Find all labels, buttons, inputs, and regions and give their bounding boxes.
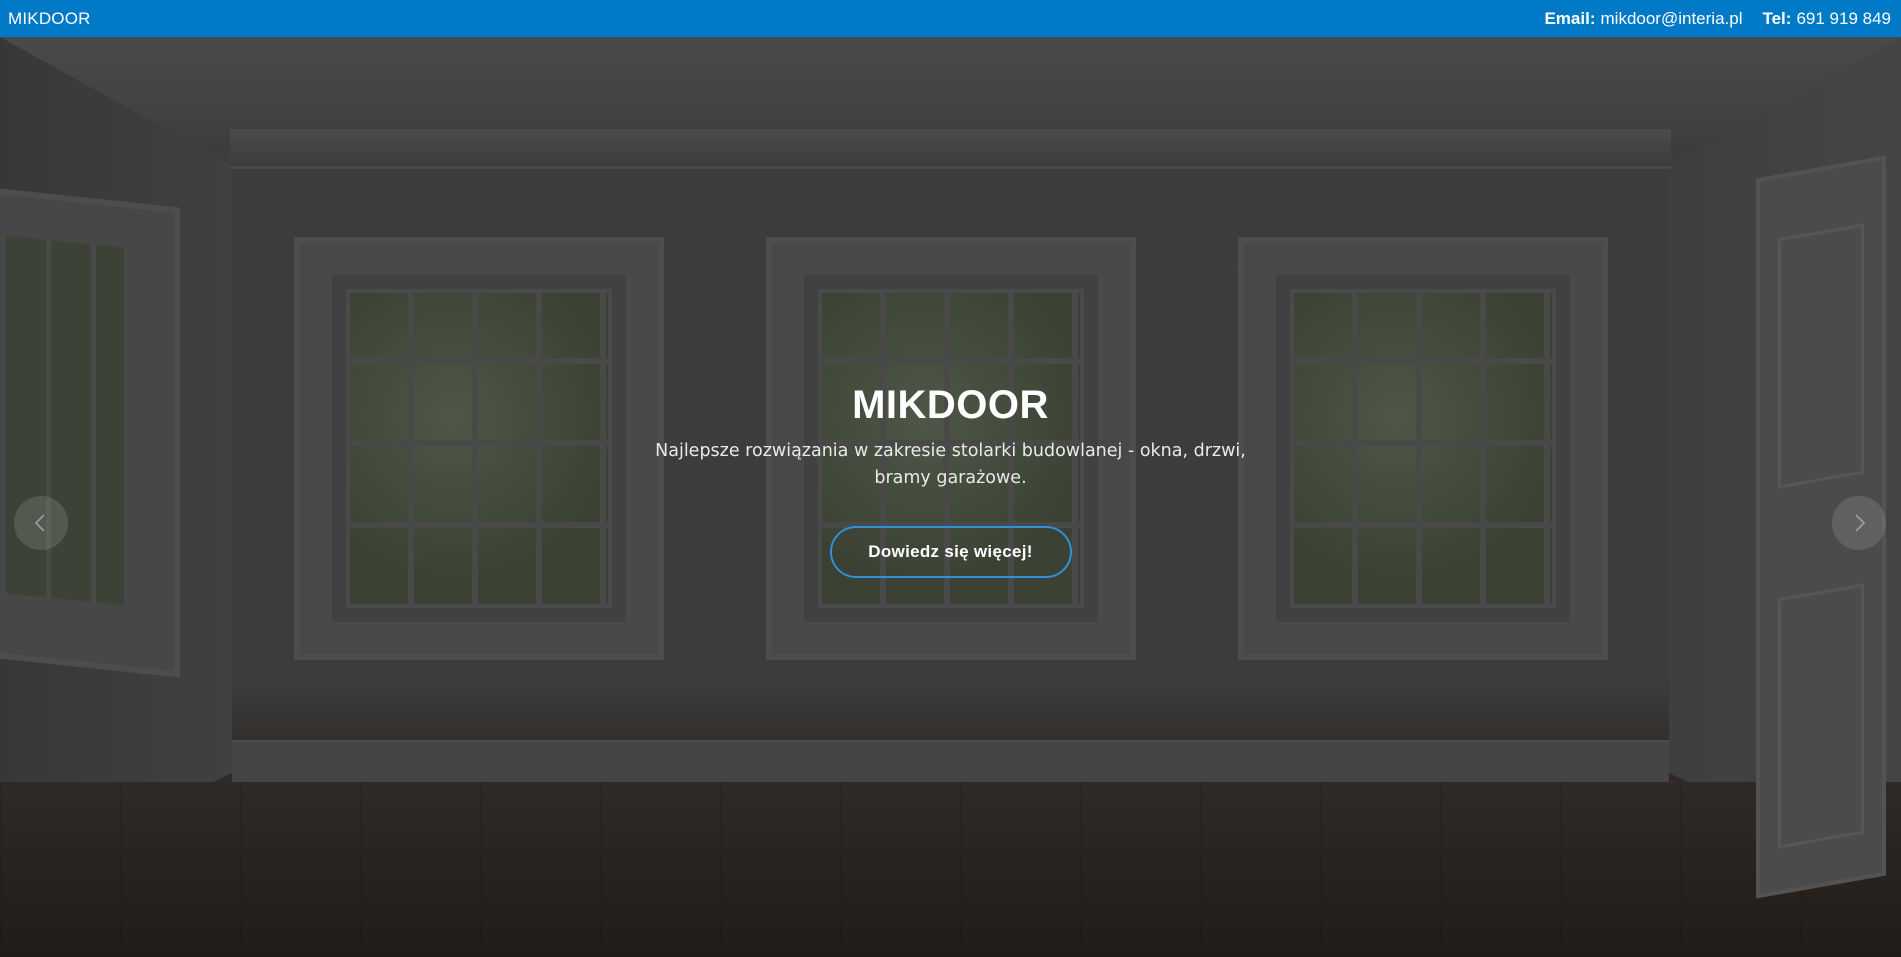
learn-more-button[interactable]: Dowiedz się więcej! xyxy=(829,526,1072,578)
email-value[interactable]: mikdoor@interia.pl xyxy=(1601,9,1743,28)
phone-label: Tel: xyxy=(1762,8,1792,28)
email-contact[interactable]: Email: mikdoor@interia.pl xyxy=(1544,9,1742,29)
slider-next-button[interactable] xyxy=(1832,496,1886,550)
brand-name[interactable]: MIKDOOR xyxy=(8,9,91,29)
top-bar: MIKDOOR Email: mikdoor@interia.pl Tel: 691… xyxy=(0,0,1901,37)
phone-value[interactable]: 691 919 849 xyxy=(1796,9,1891,28)
hero-content: MIKDOOR Najlepsze rozwiązania w zakresie… xyxy=(0,37,1901,957)
chevron-left-icon xyxy=(34,514,45,532)
hero-slider: MIKDOOR Najlepsze rozwiązania w zakresie… xyxy=(0,37,1901,957)
contact-info: Email: mikdoor@interia.pl Tel: 691 919 849 xyxy=(1544,9,1893,29)
hero-title: MIKDOOR xyxy=(852,383,1049,427)
phone-contact[interactable]: Tel: 691 919 849 xyxy=(1762,9,1891,29)
hero-subtitle: Najlepsze rozwiązania w zakresie stolark… xyxy=(655,441,1246,488)
chevron-right-icon xyxy=(1855,514,1866,532)
email-label: Email: xyxy=(1544,8,1596,28)
slider-prev-button[interactable] xyxy=(14,496,68,550)
